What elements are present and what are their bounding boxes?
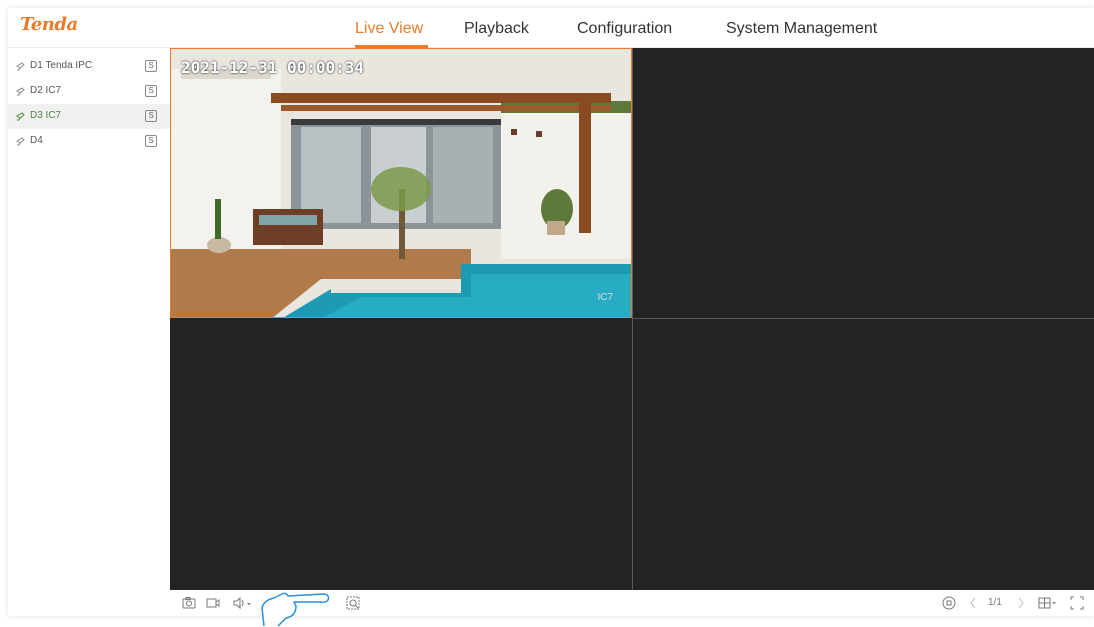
video-camera-label: IC7 xyxy=(597,292,613,303)
page-indicator: 1/1 xyxy=(988,597,1002,608)
main-nav: Live View Playback Configuration System … xyxy=(8,8,1094,48)
video-pane-3[interactable] xyxy=(170,319,632,590)
video-pane-1[interactable]: 2021-12-31 00:00:34 IC7 xyxy=(170,48,632,318)
camera-item-d1[interactable]: D1 Tenda IPC S xyxy=(8,54,170,79)
video-pane-2[interactable] xyxy=(633,48,1094,318)
fullscreen-icon[interactable] xyxy=(1070,595,1084,611)
video-timestamp: 2021-12-31 00:00:34 xyxy=(181,58,365,77)
layout-icon[interactable] xyxy=(1038,595,1058,611)
stop-all-icon[interactable] xyxy=(942,595,956,611)
grid-divider-horizontal xyxy=(633,318,1094,319)
zoom-icon[interactable] xyxy=(346,595,360,611)
camera-icon xyxy=(16,87,25,96)
next-page-icon[interactable] xyxy=(1016,595,1026,611)
video-grid: 2021-12-31 00:00:34 IC7 xyxy=(170,48,1094,590)
camera-icon xyxy=(16,137,25,146)
camera-icon xyxy=(16,112,25,121)
camera-item-d2[interactable]: D2 IC7 S xyxy=(8,79,170,104)
stream-badge[interactable]: S xyxy=(145,110,157,122)
tab-live-view[interactable]: Live View xyxy=(355,20,423,38)
pointing-hand-icon xyxy=(261,592,330,627)
camera-label: D3 IC7 xyxy=(30,110,62,121)
video-pane-4[interactable] xyxy=(633,319,1094,590)
camera-list: D1 Tenda IPC S D2 IC7 S D3 IC7 S D4 S xyxy=(8,48,170,616)
tab-playback[interactable]: Playback xyxy=(464,20,529,38)
prev-page-icon[interactable] xyxy=(968,595,978,611)
camera-item-d3[interactable]: D3 IC7 S xyxy=(8,104,170,129)
camera-label: D1 Tenda IPC xyxy=(30,60,93,71)
stream-badge[interactable]: S xyxy=(145,60,157,72)
camera-label: D2 IC7 xyxy=(30,85,62,96)
stream-badge[interactable]: S xyxy=(145,85,157,97)
tab-configuration[interactable]: Configuration xyxy=(577,20,672,38)
top-header: Tenda Live View Playback Configuration S… xyxy=(8,8,1094,48)
volume-icon[interactable] xyxy=(232,595,252,611)
camera-label: D4 xyxy=(30,135,43,146)
camera-icon xyxy=(16,62,25,71)
snapshot-icon[interactable] xyxy=(182,595,196,611)
grid-divider-vertical xyxy=(632,48,633,590)
camera-item-d4[interactable]: D4 S xyxy=(8,129,170,154)
record-icon[interactable] xyxy=(206,595,220,611)
stream-badge[interactable]: S xyxy=(145,135,157,147)
live-video-frame xyxy=(171,49,631,317)
tab-system-management[interactable]: System Management xyxy=(726,20,877,38)
app-window: Tenda Live View Playback Configuration S… xyxy=(8,8,1094,616)
